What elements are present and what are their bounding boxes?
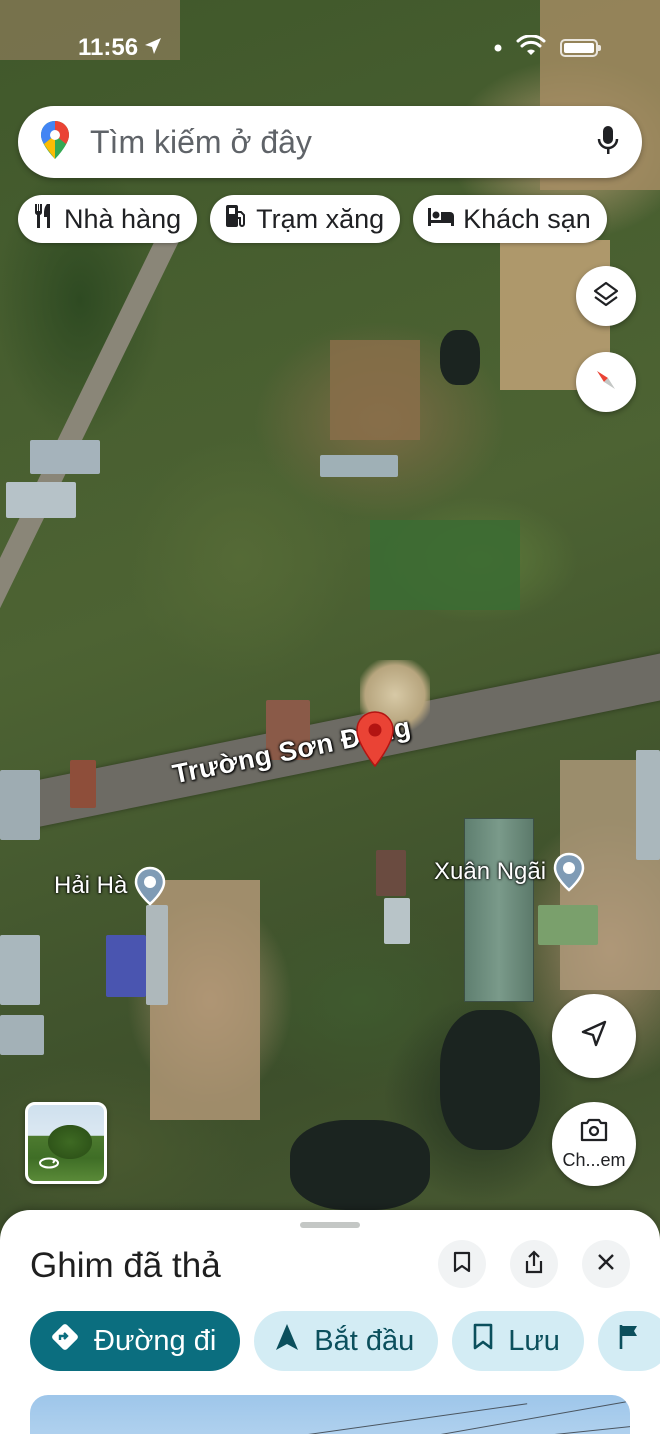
save-label: Lưu [508,1324,560,1357]
chip-gas-stations[interactable]: Trạm xăng [210,195,401,243]
place-label: Xuân Ngãi [434,858,547,885]
building-roof [6,482,76,518]
building-roof [0,770,40,840]
status-bar: 11:56 [0,0,660,96]
chip-label: Khách sạn [463,203,591,234]
street-view-thumbnail[interactable] [25,1102,107,1184]
directions-icon [50,1322,80,1360]
restaurant-icon [32,203,56,236]
map-field [370,520,520,610]
pond [440,330,480,385]
layers-button[interactable] [576,266,636,326]
navigation-start-icon [274,1322,300,1360]
chip-hotels[interactable]: Khách sạn [413,195,607,243]
compass-button[interactable] [576,352,636,412]
directions-button[interactable]: Đường đi [30,1311,241,1371]
start-label: Bắt đầu [314,1324,415,1357]
search-bar[interactable]: Tìm kiếm ở đây [18,106,642,178]
building-roof [538,905,598,945]
status-time: 11:56 [78,34,162,62]
action-buttons: Đường đi Bắt đầu Lưu [30,1311,660,1371]
place-bottom-sheet[interactable]: Ghim đã thả Đường đi Bắt đầu Lưu [0,1210,660,1434]
place-pin-icon [133,866,167,906]
close-icon [597,1253,615,1276]
location-arrow-icon [144,34,162,62]
pond [440,1010,540,1150]
dropped-pin-icon[interactable] [355,710,395,768]
close-button[interactable] [582,1240,630,1288]
category-chips: Nhà hàng Trạm xăng Khách sạn [18,195,607,243]
navigation-arrow-icon [579,1019,609,1054]
share-button[interactable] [510,1240,558,1288]
place-photo-preview[interactable] [30,1395,630,1434]
wifi-icon [516,33,546,62]
building-roof [320,455,398,477]
save-button[interactable]: Lưu [452,1311,584,1371]
start-button[interactable]: Bắt đầu [254,1311,439,1371]
place-pin-icon [552,852,586,892]
gas-station-icon [224,203,248,236]
building-roof [146,905,168,1005]
power-line [450,1424,630,1434]
place-label: Hải Hà [54,872,128,899]
camera-search-button[interactable]: Ch...em [552,1102,636,1186]
building-roof [30,440,100,474]
chip-label: Trạm xăng [256,203,385,234]
battery-icon [560,39,601,57]
search-input[interactable]: Tìm kiếm ở đây [90,124,596,161]
bookmark-icon [453,1251,471,1278]
chip-restaurants[interactable]: Nhà hàng [18,195,198,243]
drag-handle[interactable] [300,1222,360,1228]
google-maps-pin-icon [40,120,70,165]
microphone-icon[interactable] [596,124,620,161]
compass-icon [591,365,621,400]
directions-label: Đường đi [94,1324,217,1357]
save-bookmark-button[interactable] [438,1240,486,1288]
building-roof [636,750,660,860]
warehouse-roof [464,818,534,1002]
signal-dot-icon [494,39,502,57]
building-roof [384,898,410,944]
thumbnail-tree [48,1125,92,1159]
camera-search-icon [579,1117,609,1148]
power-line [350,1401,626,1434]
bookmark-icon [472,1323,494,1359]
power-line [230,1403,528,1434]
chip-label: Nhà hàng [64,203,182,234]
building-roof [0,935,40,1005]
layers-icon [592,280,620,313]
building-roof [106,935,146,997]
my-location-button[interactable] [552,994,636,1078]
street-view-360-icon [38,1156,60,1175]
building-roof [376,850,406,896]
pond [290,1120,430,1210]
flag-icon [618,1323,640,1359]
place-hai-ha[interactable]: Hải Hà [54,866,167,906]
building-roof [0,1015,44,1055]
building-roof [70,760,96,808]
status-icons [494,33,601,62]
sheet-title: Ghim đã thả [30,1246,221,1285]
camera-search-label: Ch...em [562,1150,626,1170]
clock-time: 11:56 [78,34,139,61]
place-xuan-ngai[interactable]: Xuân Ngãi [434,852,586,892]
map-field [330,340,420,440]
hotel-bed-icon [427,204,455,235]
share-icon [524,1249,544,1279]
flag-button[interactable] [597,1311,660,1371]
